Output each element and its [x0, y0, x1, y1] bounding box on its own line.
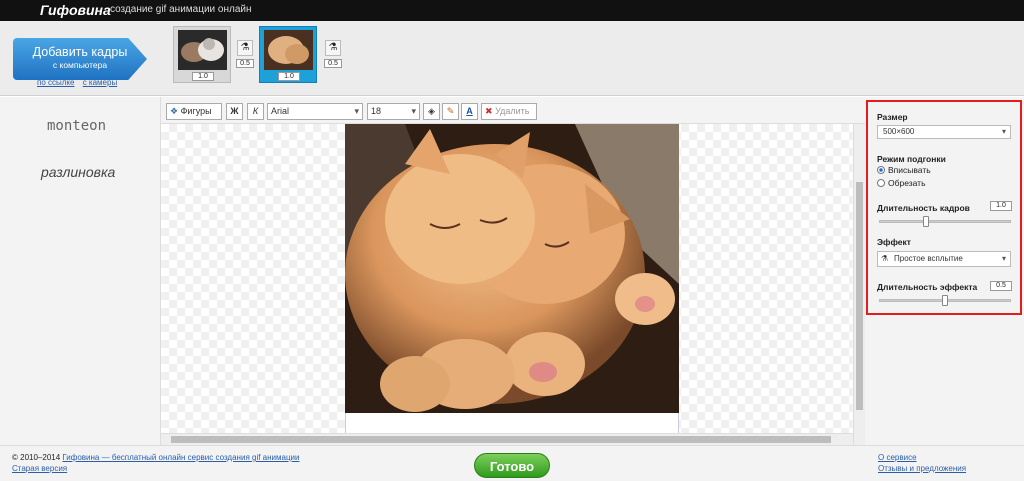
copyright: © 2010–2014 Гифовина — бесплатный онлайн… — [12, 453, 299, 462]
effect-duration-label: Длительность эффекта — [877, 282, 978, 292]
effect-duration-slider[interactable] — [879, 295, 1011, 306]
delete-icon: ✖ — [485, 106, 493, 116]
done-button[interactable]: Готово — [474, 453, 550, 478]
editor-toolbar: ❖ Фигуры Ж К Arial 18 ◈ ✎ A ✖ Удалить — [161, 97, 865, 124]
source-links: по ссылке с камеры — [37, 78, 123, 87]
fit-option-fit-label: Вписывать — [888, 165, 931, 175]
effect-icon[interactable]: ⚗ — [237, 40, 253, 56]
frames-bar: Добавить кадры с компьютера 1.0 ⚗ 0.5 1.… — [0, 21, 1024, 96]
link-by-url[interactable]: по ссылке — [37, 78, 74, 87]
horizontal-scrollbar[interactable] — [161, 433, 853, 445]
horizontal-scroll-thumb[interactable] — [171, 436, 831, 443]
fit-mode-label: Режим подгонки — [877, 154, 946, 164]
text-color-icon[interactable]: A — [461, 103, 478, 120]
effect-duration-knob[interactable] — [942, 295, 948, 306]
shapes-icon: ❖ — [170, 106, 179, 116]
frame-duration-label: Длительность кадров — [877, 203, 970, 213]
effect-icon: ⚗ — [881, 254, 889, 263]
canvas-area[interactable] — [161, 124, 865, 445]
effect-value: Простое всплытие — [894, 254, 963, 263]
frame-thumbnail-image — [264, 30, 313, 70]
frame-duration[interactable]: 1.0 — [192, 72, 214, 81]
frame-duration-value[interactable]: 1.0 — [990, 201, 1012, 211]
cat-photo — [345, 124, 679, 413]
frame-thumbnail-2[interactable]: 1.0 — [259, 26, 317, 83]
frame-thumbnail-image — [178, 30, 227, 70]
frame-duration-slider[interactable] — [879, 216, 1011, 227]
template-monteon[interactable]: monteon — [47, 118, 106, 134]
delete-label: Удалить — [495, 106, 530, 116]
italic-button[interactable]: К — [247, 103, 264, 120]
pencil-icon[interactable]: ✎ — [442, 103, 459, 120]
fit-option-crop[interactable]: Обрезать — [877, 178, 926, 188]
bold-button[interactable]: Ж — [226, 103, 243, 120]
copyright-link[interactable]: Гифовина — бесплатный онлайн сервис созд… — [62, 453, 299, 462]
fill-icon[interactable]: ◈ — [423, 103, 440, 120]
effect-duration-value[interactable]: 0.5 — [990, 281, 1012, 291]
cat-image[interactable] — [345, 124, 679, 413]
effect-icon[interactable]: ⚗ — [325, 40, 341, 56]
template-ruling[interactable]: разлиновка — [41, 164, 115, 180]
tagline: создание gif анимации онлайн — [110, 4, 252, 15]
effect-select[interactable]: ⚗ Простое всплытие — [877, 251, 1011, 267]
frame-duration[interactable]: 1.0 — [278, 72, 300, 81]
fit-option-fit[interactable]: Вписывать — [877, 165, 931, 175]
canvas-margin — [345, 413, 679, 433]
radio-unselected-icon[interactable] — [877, 179, 885, 187]
delete-button[interactable]: ✖ Удалить — [481, 103, 537, 120]
left-panel: monteon разлиновка — [0, 97, 161, 445]
add-frames-button[interactable]: Добавить кадры с компьютера — [13, 38, 147, 80]
font-select[interactable]: Arial — [267, 103, 363, 120]
feedback-link[interactable]: Отзывы и предложения — [878, 464, 966, 473]
font-size-select[interactable]: 18 — [367, 103, 420, 120]
effect-duration[interactable]: 0.5 — [236, 59, 254, 68]
fit-option-crop-label: Обрезать — [888, 178, 926, 188]
effect-label: Эффект — [877, 237, 911, 247]
add-frames-sublabel: с компьютера — [52, 60, 108, 70]
link-camera[interactable]: с камеры — [83, 78, 118, 87]
frame-thumbnail-1[interactable]: 1.0 — [173, 26, 231, 83]
add-frames-label: Добавить кадры — [32, 45, 128, 59]
logo[interactable]: Гифовина — [40, 2, 111, 18]
radio-selected-icon[interactable] — [877, 166, 885, 174]
frame-duration-knob[interactable] — [922, 216, 929, 227]
shapes-button[interactable]: ❖ Фигуры — [166, 103, 222, 120]
effect-duration[interactable]: 0.5 — [324, 59, 342, 68]
settings-panel: Размер 500×600 Режим подгонки Вписывать … — [866, 100, 1022, 315]
top-bar: Гифовина создание gif анимации онлайн — [0, 0, 1024, 21]
size-label: Размер — [877, 112, 908, 122]
footer: © 2010–2014 Гифовина — бесплатный онлайн… — [0, 445, 1024, 481]
vertical-scrollbar[interactable] — [853, 124, 865, 445]
vertical-scroll-thumb[interactable] — [856, 182, 863, 410]
copyright-prefix: © 2010–2014 — [12, 453, 61, 462]
shapes-label: Фигуры — [180, 106, 212, 116]
size-select[interactable]: 500×600 — [877, 125, 1011, 139]
old-version-link[interactable]: Старая версия — [12, 464, 67, 473]
about-link[interactable]: О сервисе — [878, 453, 917, 462]
